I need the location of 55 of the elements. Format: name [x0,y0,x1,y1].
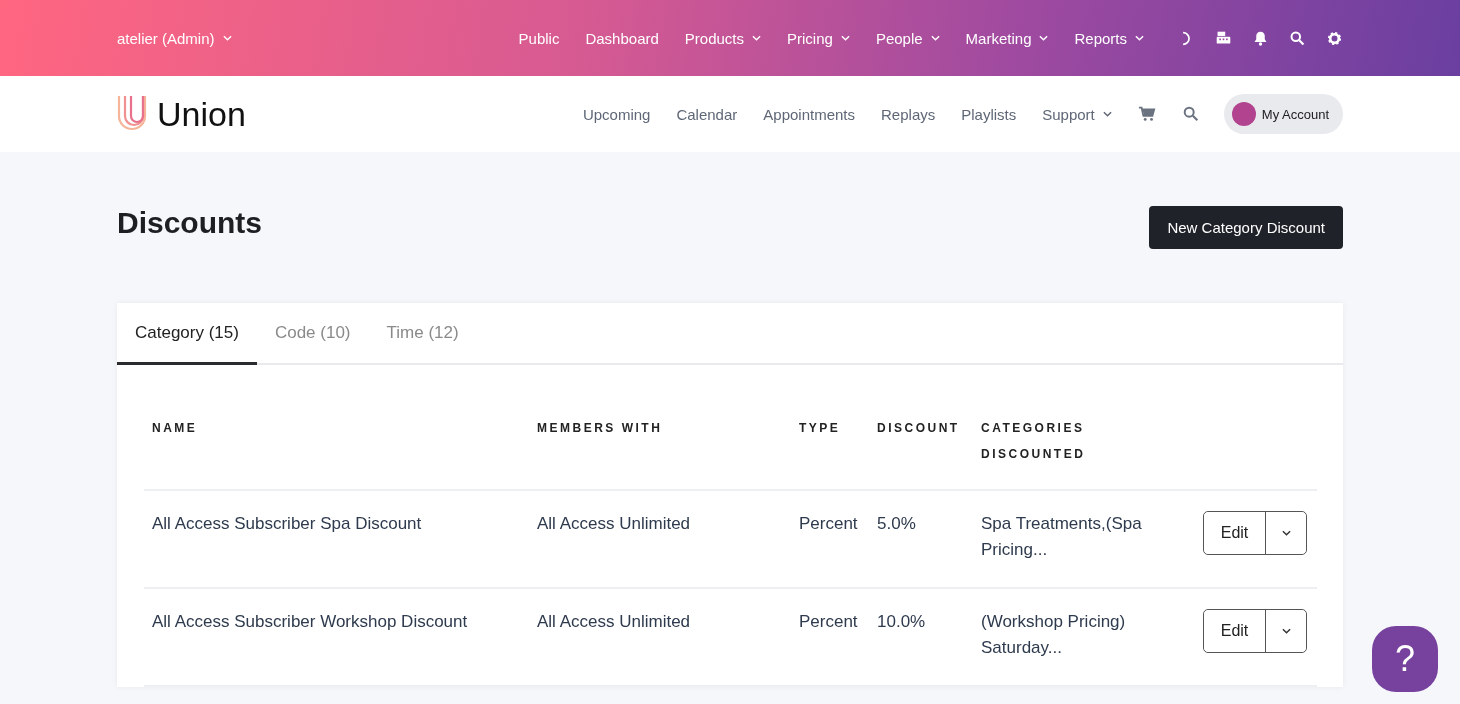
nav-link[interactable]: Dashboard [585,29,659,47]
help-button[interactable]: ? [1372,626,1438,692]
nav-link[interactable]: Pricing [787,29,850,47]
nav-link[interactable]: Playlists [961,105,1017,123]
nav-link[interactable]: Appointments [763,105,856,123]
caret-icon [840,35,850,41]
settings-icon [1326,29,1343,47]
nav-link[interactable]: Products [684,29,762,47]
my-account-button[interactable]: My Account [1223,94,1343,134]
nav-link[interactable]: Marketing [965,29,1049,47]
column-header: NAME [151,420,199,437]
tab[interactable]: Time (12) [368,303,477,365]
table-cell-text: Percent [798,513,859,535]
nav-link[interactable]: Replays [881,105,936,123]
caret-icon [222,35,232,41]
table-cell-text: All Access Unlimited [536,611,692,633]
table-cell-text: All Access Unlimited [536,513,692,535]
caret-icon [1039,35,1049,41]
nav-link[interactable]: Public [518,29,560,47]
table-cell-text: 5.0% [876,513,917,535]
caret-icon [752,35,762,41]
nav-link[interactable]: People [875,29,940,47]
brand-name: Union [157,94,246,134]
bell-icon [1252,29,1269,47]
tab[interactable]: Code (10) [256,303,369,365]
cart-icon [1137,105,1156,123]
search-icon [1181,105,1200,123]
edit-button[interactable]: Edit [1204,512,1266,554]
caret-icon [1102,111,1112,117]
column-header: DISCOUNT [876,420,961,437]
caret-icon [1281,628,1291,634]
page-title: Discounts [117,206,263,240]
new-discount-button[interactable]: New Category Discount [1149,206,1343,249]
search-icon [1289,29,1306,47]
caret-icon [1281,530,1291,536]
table-cell-text: All Access Subscriber Workshop Discount [151,611,469,633]
nav-link[interactable]: Calendar [676,105,738,123]
tab[interactable]: Category (15) [117,303,257,365]
table-cell-text: Spa Treatments,(Spa Pricing... [980,513,1143,561]
nav-link[interactable]: Upcoming [582,105,651,123]
column-header: CATEGORIES DISCOUNTED [980,420,1087,463]
cash-register-icon [1215,29,1232,47]
nav-link[interactable]: Support [1042,105,1112,123]
table-cell-text: Percent [798,611,859,633]
column-header: MEMBERS WITH [536,420,664,437]
column-header: TYPE [798,420,842,437]
avatar [1231,102,1256,126]
nav-link[interactable]: Reports [1074,29,1144,47]
caret-icon [930,35,940,41]
table-cell-text: (Workshop Pricing) Saturday... [980,611,1127,659]
nav-link[interactable]: atelier (Admin) [117,29,232,47]
table-cell-text: 10.0% [876,611,927,633]
edit-button[interactable]: Edit [1204,610,1266,652]
table-cell-text: All Access Subscriber Spa Discount [151,513,423,535]
caret-icon [1135,35,1144,41]
